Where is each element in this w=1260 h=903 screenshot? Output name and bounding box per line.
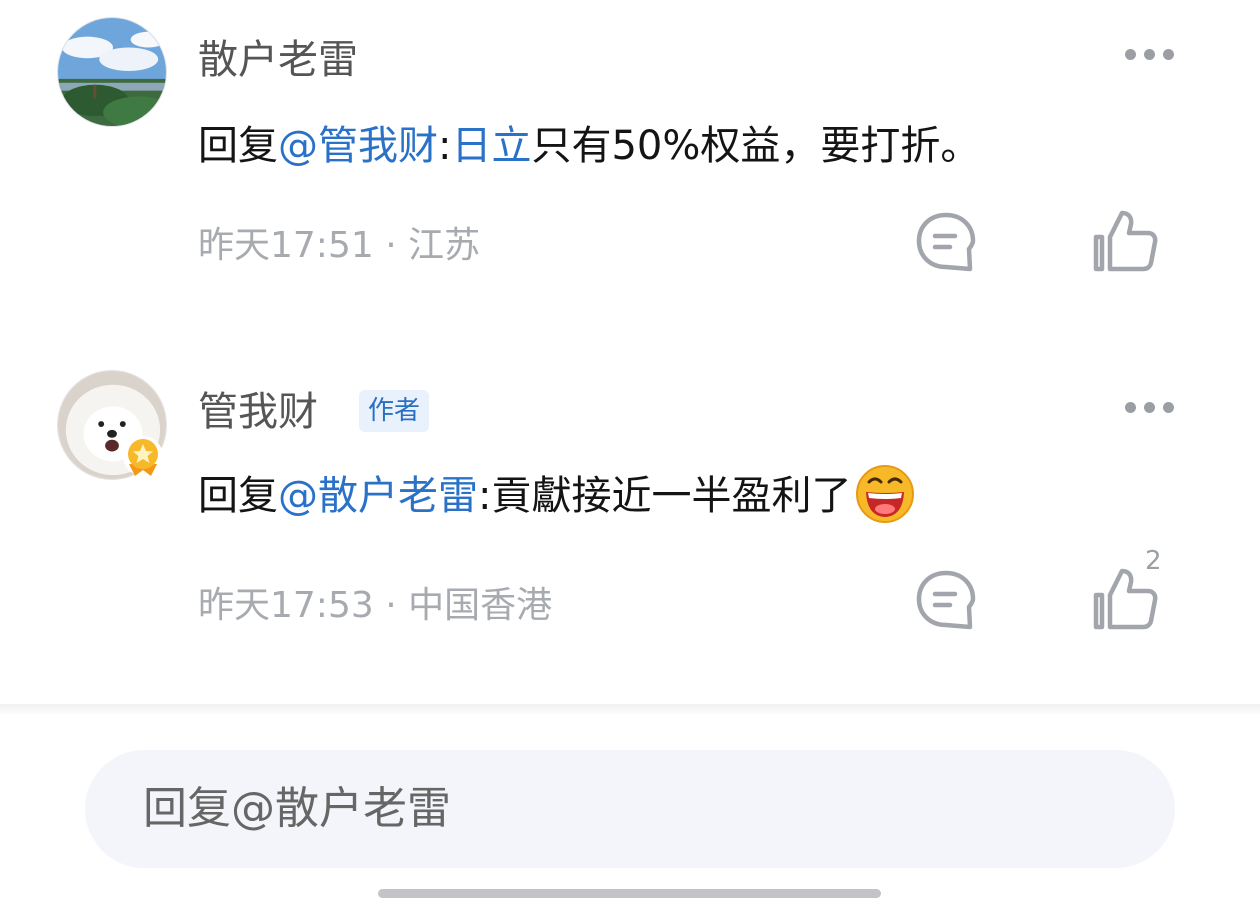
location: 中国香港 [408,585,553,626]
comment-content: 只有50%权益，要打折。 [531,123,981,169]
comment-meta: 昨天17:51 · 江苏 [198,222,480,270]
comment-text: 回复@管我财:日立只有50%权益，要打折。 [198,118,980,174]
reply-prefix: 回复 [198,123,278,169]
user-avatar[interactable] [57,17,167,127]
comment-bubble-icon [916,570,976,630]
meta-separator: · [385,225,397,266]
comment-meta: 昨天17:53 · 中国香港 [198,582,552,630]
laughing-emoji-icon [856,465,915,523]
more-options-icon[interactable] [1120,399,1180,413]
reply-prefix: 回复 [198,473,278,519]
comment-text: 回复@散户老雷:貢獻接近一半盈利了 [198,465,915,524]
meta-separator: · [385,585,397,626]
username[interactable]: 散户老雷 [198,34,358,86]
comment-content: 貢獻接近一半盈利了 [491,473,852,519]
mention-link[interactable]: @散户老雷 [278,473,478,519]
timestamp: 昨天17:53 [198,585,374,626]
colon: : [438,123,452,169]
colon: : [478,473,492,519]
home-indicator[interactable] [378,889,881,898]
mention-link[interactable]: @管我财 [278,123,438,169]
divider [0,704,1260,714]
landscape-avatar-icon [58,18,166,126]
author-badge: 作者 [359,390,430,432]
like-button[interactable] [1088,205,1160,277]
reply-input[interactable]: 回复@散户老雷 [85,750,1175,868]
reply-button[interactable] [910,565,982,637]
more-options-icon[interactable] [1120,46,1180,60]
like-count: 2 [1145,546,1162,576]
username[interactable]: 管我财 [198,386,318,438]
timestamp: 昨天17:51 [198,225,374,266]
stock-link[interactable]: 日立 [451,123,531,169]
comment-bubble-icon [916,212,976,272]
location: 江苏 [408,225,481,266]
medal-badge-icon [121,434,165,478]
thumbs-up-icon [1093,210,1158,272]
reply-button[interactable] [910,207,982,279]
reply-input-placeholder: 回复@散户老雷 [143,783,451,834]
